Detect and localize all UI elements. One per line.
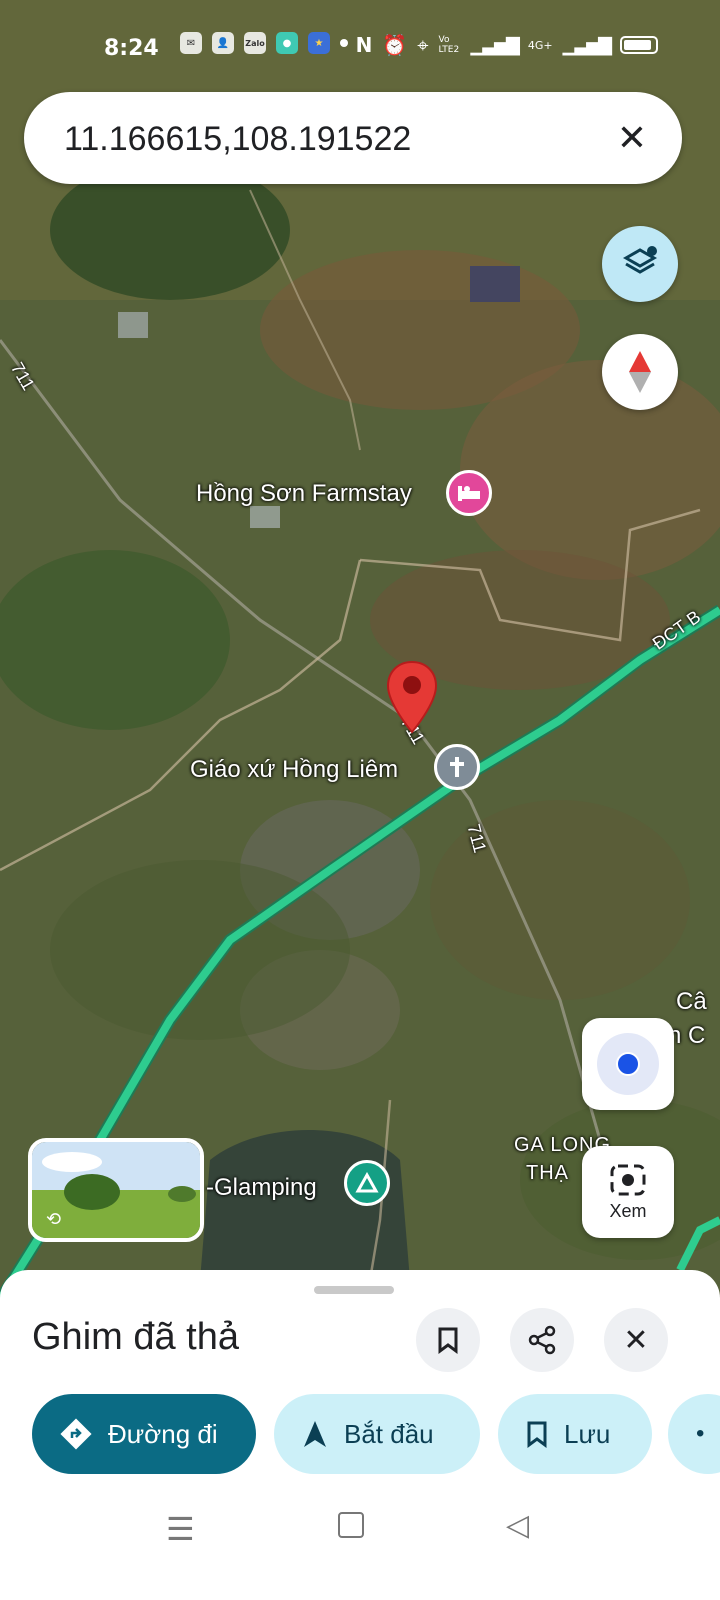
directions-button[interactable]: Đường đi — [32, 1394, 256, 1474]
start-label: Bắt đầu — [344, 1418, 434, 1449]
sheet-title: Ghim đã thả — [32, 1316, 239, 1358]
layers-icon — [622, 246, 658, 274]
home-icon[interactable] — [338, 1512, 364, 1538]
bookmark-icon — [527, 1421, 547, 1448]
share-icon — [528, 1325, 556, 1355]
compass-button[interactable] — [602, 334, 678, 410]
campground-icon[interactable] — [344, 1160, 390, 1206]
close-icon: ✕ — [623, 1323, 649, 1357]
start-button[interactable]: Bắt đầu — [274, 1394, 480, 1474]
star-app-icon: ★ — [308, 32, 330, 54]
zalo-icon: Zalo — [244, 32, 266, 54]
close-icon[interactable]: ✕ — [608, 114, 656, 162]
edge-place-label: Câ — [676, 988, 707, 1015]
volte-icon: Vo LTE2 — [438, 35, 460, 55]
alarm-icon: ⏰ — [382, 33, 408, 57]
person-icon: 👤 — [212, 32, 234, 54]
rotate-360-icon: ⟲ — [46, 1209, 62, 1229]
dropped-pin-icon[interactable] — [386, 660, 438, 734]
church-icon[interactable] — [434, 744, 480, 790]
place-label-glamping[interactable]: -Glamping — [206, 1174, 317, 1202]
place-label-farmstay[interactable]: Hồng Sơn Farmstay — [196, 480, 412, 508]
back-icon[interactable]: ◁ — [506, 1508, 529, 1543]
battery-icon — [620, 36, 658, 54]
bookmark-icon — [438, 1327, 458, 1354]
save-label: Lưu — [564, 1418, 611, 1449]
signal-icon: ▁▃▅▇ — [470, 34, 520, 56]
network-type: 4G+ — [527, 38, 553, 52]
messenger-icon: ✉ — [180, 32, 202, 54]
my-location-button[interactable] — [582, 1018, 674, 1110]
layers-button[interactable] — [602, 226, 678, 302]
share-button[interactable] — [510, 1308, 574, 1372]
system-nav-bar: ☰ ◁ — [0, 1490, 720, 1600]
directions-label: Đường đi — [108, 1418, 218, 1449]
save-bookmark-button[interactable] — [416, 1308, 480, 1372]
nfc-icon: N — [355, 33, 373, 57]
compass-icon — [629, 351, 651, 393]
location-dot-icon — [597, 1033, 659, 1095]
signal-icon: ▁▃▅▇ — [562, 34, 612, 56]
menu-icon[interactable]: ☰ — [166, 1510, 195, 1548]
save-button[interactable]: Lưu — [498, 1394, 652, 1474]
station-label: THẠ — [526, 1162, 569, 1184]
xem-button[interactable]: Xem — [582, 1146, 674, 1238]
xem-label: Xem — [609, 1200, 647, 1221]
drag-handle[interactable] — [314, 1286, 394, 1294]
search-bar[interactable]: ✕ — [24, 92, 682, 184]
close-sheet-button[interactable]: ✕ — [604, 1308, 668, 1372]
camera-lens-icon — [610, 1164, 646, 1195]
street-view-thumbnail[interactable]: ⟲ — [28, 1138, 204, 1242]
location-icon: ⌖ — [417, 33, 429, 57]
hotel-icon[interactable] — [446, 470, 492, 516]
more-button[interactable]: • — [668, 1394, 720, 1474]
status-time: 8:24 — [104, 36, 159, 61]
navigation-arrow-icon — [304, 1421, 326, 1447]
search-input[interactable] — [62, 112, 586, 166]
directions-icon — [60, 1418, 92, 1450]
place-label-church[interactable]: Giáo xứ Hồng Liêm — [190, 756, 398, 784]
more-icon: • — [696, 1420, 705, 1447]
chat-icon: ● — [276, 32, 298, 54]
dot-icon — [340, 39, 348, 47]
status-bar: 8:24 ✉ 👤 Zalo ● ★ N ⏰ ⌖ Vo LTE2 ▁▃▅▇ 4G+… — [0, 0, 720, 90]
